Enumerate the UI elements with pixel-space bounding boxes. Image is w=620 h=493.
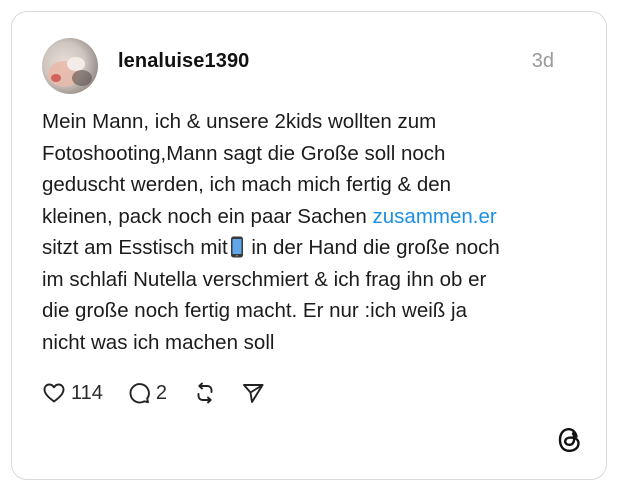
post-line: sitzt am Esstisch mit in der Hand die gr… [42, 232, 582, 264]
post-line: im schlafi Nutella verschmiert & ich fra… [42, 267, 487, 291]
heart-icon [43, 383, 65, 403]
post-line-text: kleinen, pack noch ein paar Sachen [42, 204, 373, 228]
comment-button[interactable]: 2 [127, 381, 167, 405]
mobile-phone-emoji-icon [230, 236, 243, 258]
post-line: geduscht werden, ich mach mich fertig & … [42, 173, 452, 196]
share-button[interactable] [241, 381, 265, 405]
like-count: 114 [71, 381, 103, 404]
repost-button[interactable] [193, 381, 217, 405]
post-line: nicht was ich machen soll [42, 330, 275, 354]
avatar[interactable] [42, 38, 98, 94]
post-line: Mein Mann, ich & unsere 2kids wollten zu… [42, 110, 437, 133]
username[interactable]: lenaluise1390 [118, 50, 249, 73]
threads-logo-icon [557, 426, 583, 454]
post-line: kleinen, pack noch ein paar Sachen zusam… [42, 201, 582, 233]
post-line-text: in der Hand die große noch [245, 236, 500, 259]
repost-icon [197, 382, 213, 404]
send-icon [243, 384, 264, 403]
post-card: lenaluise1390 3d Mein Mann, ich & unsere… [11, 11, 607, 480]
post-line: die große noch fertig macht. Er nur :ich… [42, 299, 467, 322]
post-line: Fotoshooting,Mann sagt die Große soll no… [42, 141, 446, 165]
post-line-text: sitzt am Esstisch mit [42, 236, 228, 259]
post-link[interactable]: zusammen.er [373, 205, 497, 228]
post-actions: 114 2 [42, 378, 265, 408]
comment-icon [129, 383, 150, 404]
comment-count: 2 [155, 381, 168, 404]
like-button[interactable]: 114 [42, 381, 103, 405]
post-timestamp: 3d [531, 50, 554, 72]
post-body: Mein Mann, ich & unsere 2kids wollten zu… [42, 106, 582, 358]
